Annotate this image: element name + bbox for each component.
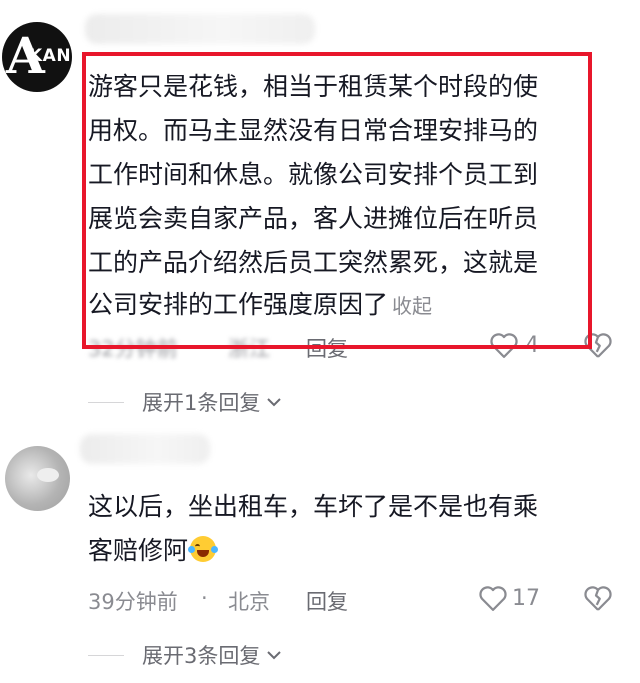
comment-time: 32分钟前 xyxy=(88,337,178,361)
collapse-link[interactable]: 收起 xyxy=(392,294,432,318)
dislike-button[interactable] xyxy=(583,331,613,363)
avatar-logo-text: KAN xyxy=(29,46,72,66)
like-button[interactable]: 4 xyxy=(489,331,539,359)
comment-line: 展览会卖自家产品，客人进摊位后在听员 xyxy=(88,204,539,233)
comment-location: 浙江 xyxy=(228,337,270,361)
comment-line: 工的产品介绍然后员工突然累死，这就是 xyxy=(88,248,539,277)
expand-replies-label: 展开3条回复 xyxy=(142,644,261,668)
comment-line: 用权。而马主显然没有日常合理安排马的 xyxy=(88,116,539,145)
comment-line: 工作时间和休息。就像公司安排个员工到 xyxy=(88,160,539,189)
comment-meta: 39分钟前 · 北京 回复 xyxy=(88,586,388,616)
expand-replies-label: 展开1条回复 xyxy=(142,391,261,415)
like-count: 4 xyxy=(525,332,539,358)
username-blurred[interactable] xyxy=(80,434,210,464)
broken-heart-icon xyxy=(584,333,612,358)
divider xyxy=(88,654,124,656)
reply-button[interactable]: 回复 xyxy=(306,586,348,616)
dislike-button[interactable] xyxy=(583,584,613,616)
comment-line: 这以后，坐出租车，车坏了是不是也有乘 xyxy=(88,492,539,521)
like-count: 17 xyxy=(512,585,540,611)
comment-line: 游客只是花钱，相当于租赁某个时段的使 xyxy=(88,72,539,101)
like-button[interactable]: 17 xyxy=(478,584,540,612)
heart-icon xyxy=(479,586,507,611)
chevron-down-icon xyxy=(267,651,282,660)
reply-button[interactable]: 回复 xyxy=(306,333,348,363)
chevron-down-icon xyxy=(267,398,282,407)
comment-time: 39分钟前 xyxy=(88,590,178,614)
avatar[interactable]: A KAN xyxy=(2,22,72,92)
comment-location: 北京 xyxy=(228,590,270,614)
rolling-on-floor-laughing-emoji xyxy=(188,536,219,562)
comment-meta: 32分钟前 浙江 回复 xyxy=(88,333,388,363)
comment-line: 公司安排的工作强度原因了 xyxy=(88,290,389,319)
username-blurred[interactable] xyxy=(85,14,315,44)
heart-icon xyxy=(490,333,518,358)
avatar[interactable] xyxy=(5,446,70,511)
expand-replies[interactable]: 展开1条回复 xyxy=(88,387,282,417)
comment-line: 客赔修阿 xyxy=(88,536,189,565)
divider xyxy=(88,401,124,403)
expand-replies[interactable]: 展开3条回复 xyxy=(88,640,282,670)
meta-separator: · xyxy=(201,586,208,610)
broken-heart-icon xyxy=(584,586,612,611)
